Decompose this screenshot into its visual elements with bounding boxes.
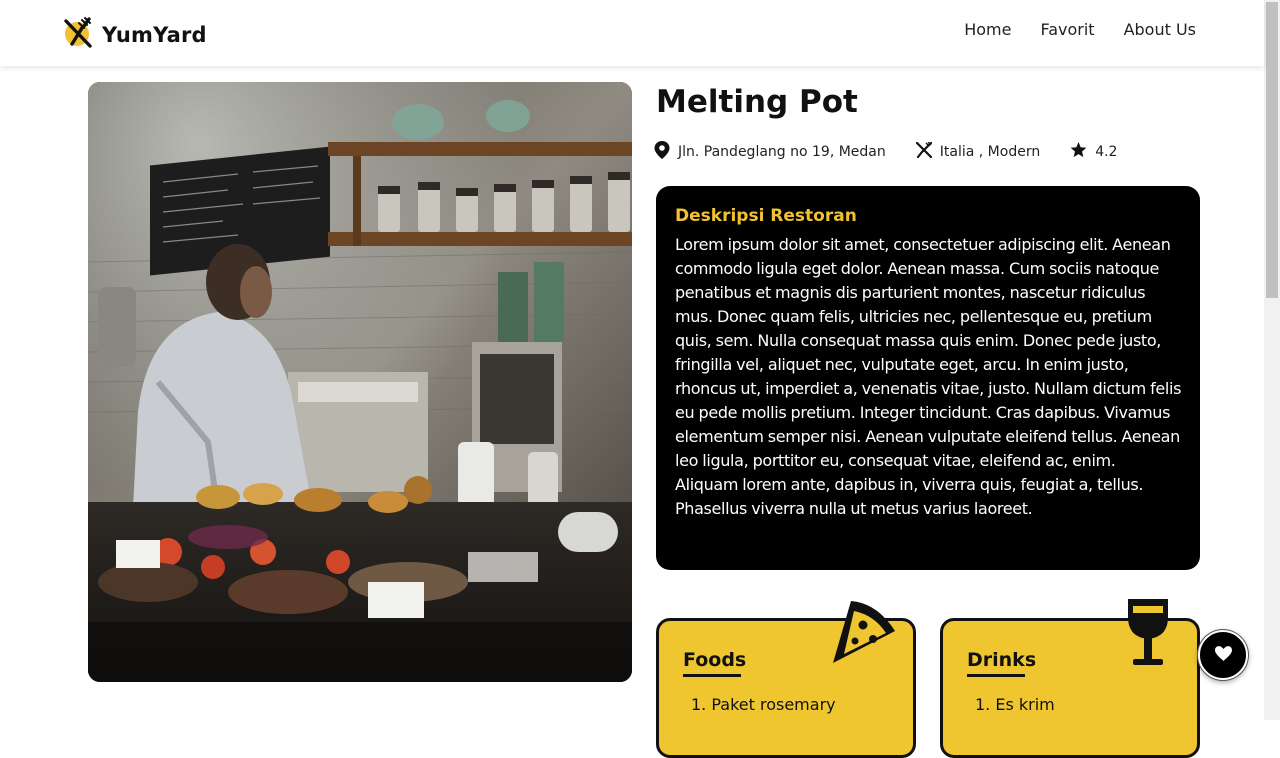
foods-heading: Foods — [683, 649, 746, 677]
location-pin-icon — [654, 141, 670, 163]
scrollbar-thumb[interactable] — [1266, 2, 1278, 298]
drinks-heading: Drinks — [967, 649, 1036, 677]
fork-knife-icon — [62, 16, 96, 54]
brand-name: YumYard — [102, 23, 207, 47]
nav-home-link[interactable]: Home — [964, 20, 1011, 39]
nav-favorit-link[interactable]: Favorit — [1040, 20, 1094, 39]
star-icon — [1070, 142, 1087, 162]
nav-menu: Home Favorit About Us — [964, 20, 1196, 39]
foods-menu-card: Foods 1. Paket rosemary — [656, 601, 916, 758]
description-title: Deskripsi Restoran — [675, 206, 857, 226]
description-text: Lorem ipsum dolor sit amet, consectetuer… — [675, 235, 1182, 518]
description-card: Deskripsi Restoran Lorem ipsum dolor sit… — [656, 186, 1200, 570]
cuisine-info: Italia , Modern — [915, 141, 1041, 162]
drinks-menu-card: Drinks 1. Es krim — [940, 599, 1200, 758]
heart-icon — [1214, 646, 1232, 664]
favorite-button[interactable] — [1198, 630, 1248, 680]
brand-logo[interactable]: YumYard — [62, 16, 207, 54]
cuisine-text: Italia , Modern — [939, 144, 1041, 160]
navbar: YumYard Home Favorit About Us — [0, 0, 1264, 66]
rating-info: 4.2 — [1070, 142, 1117, 162]
address-info: Jln. Pandeglang no 19, Medan — [654, 141, 886, 163]
address-text: Jln. Pandeglang no 19, Medan — [678, 144, 886, 160]
restaurant-photo — [88, 82, 632, 682]
foods-menu-item: 1. Paket rosemary — [691, 695, 836, 714]
nav-about-link[interactable]: About Us — [1124, 20, 1196, 39]
wine-glass-icon — [1125, 597, 1171, 671]
rating-text: 4.2 — [1095, 144, 1118, 160]
restaurant-name: Melting Pot — [656, 84, 858, 120]
drinks-menu-item: 1. Es krim — [975, 695, 1055, 714]
pizza-icon — [829, 597, 899, 671]
fork-knife-icon — [915, 141, 932, 162]
restaurant-meta: Jln. Pandeglang no 19, Medan Italia , Mo… — [654, 141, 1117, 163]
